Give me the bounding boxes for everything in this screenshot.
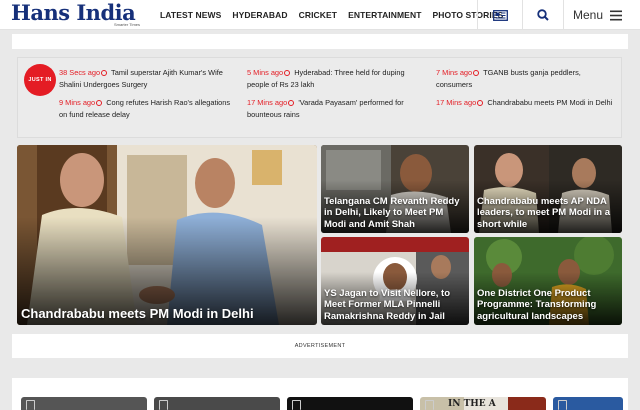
menu-button[interactable]: Menu xyxy=(563,0,640,30)
site-header: Hans India Smarter Times LATEST NEWS HYD… xyxy=(0,0,640,30)
video-thumbnail[interactable] xyxy=(287,397,413,410)
story-title: One District One Product Programme: Tran… xyxy=(477,287,597,322)
nav-entertainment[interactable]: ENTERTAINMENT xyxy=(348,10,421,20)
video-thumbnail[interactable] xyxy=(21,397,147,410)
site-logo[interactable]: Hans India Smarter Times xyxy=(11,0,140,28)
search-button[interactable] xyxy=(522,0,563,30)
clock-icon xyxy=(96,99,103,106)
story-card[interactable]: Telangana CM Revanth Reddy in Delhi, Lik… xyxy=(321,145,469,233)
lead-story-card[interactable]: Chandrababu meets PM Modi in Delhi xyxy=(17,145,317,325)
advertisement-label: ADVERTISEMENT xyxy=(294,343,346,349)
clock-icon xyxy=(288,99,295,106)
search-icon xyxy=(537,9,549,21)
main-nav: LATEST NEWS HYDERABAD CRICKET ENTERTAINM… xyxy=(160,0,503,30)
story-card[interactable]: Chandrababu meets AP NDA leaders, to mee… xyxy=(474,145,622,233)
just-in-item[interactable]: 17 Mins ago 'Varada Payasam' performed f… xyxy=(247,97,422,120)
clock-icon xyxy=(473,69,480,76)
clock-icon xyxy=(477,99,484,106)
just-in-item[interactable]: 5 Mins ago Hyderabad: Three held for dup… xyxy=(247,67,422,90)
item-time: 5 Mins ago xyxy=(247,68,284,77)
just-in-section: JUST IN 38 Secs ago Tamil superstar Ajit… xyxy=(17,57,622,138)
nav-hyderabad[interactable]: HYDERABAD xyxy=(232,10,287,20)
just-in-item[interactable]: 7 Mins ago TGANB busts ganja peddlers, c… xyxy=(436,67,616,90)
item-time: 17 Mins ago xyxy=(436,98,477,107)
just-in-badge: JUST IN xyxy=(24,64,56,96)
just-in-item[interactable]: 38 Secs ago Tamil superstar Ajith Kumar'… xyxy=(59,67,239,90)
video-icon xyxy=(26,400,35,410)
bottom-section: IN THE A xyxy=(12,378,628,410)
top-ad-strip xyxy=(12,34,628,49)
story-card[interactable]: One District One Product Programme: Tran… xyxy=(474,237,622,325)
video-icon xyxy=(425,400,434,410)
clock-icon xyxy=(284,69,291,76)
epaper-button[interactable] xyxy=(477,0,522,30)
thumbnail-text: IN THE A xyxy=(448,399,496,409)
video-thumbnail[interactable] xyxy=(553,397,623,410)
video-icon xyxy=(292,400,301,410)
logo-tagline: Smarter Times xyxy=(114,22,141,27)
item-time: 9 Mins ago xyxy=(59,98,96,107)
item-time: 38 Secs ago xyxy=(59,68,101,77)
nav-latest-news[interactable]: LATEST NEWS xyxy=(160,10,221,20)
advertisement-bar: ADVERTISEMENT xyxy=(12,334,628,358)
newspaper-icon xyxy=(492,9,508,21)
video-thumbnail[interactable] xyxy=(154,397,280,410)
video-thumbnail[interactable]: IN THE A xyxy=(420,397,546,410)
story-card[interactable]: YS Jagan to Visit Nellore, to Meet Forme… xyxy=(321,237,469,325)
item-time: 7 Mins ago xyxy=(436,68,473,77)
just-in-item[interactable]: 17 Mins ago Chandrababu meets PM Modi in… xyxy=(436,97,621,109)
video-icon xyxy=(159,400,168,410)
nav-cricket[interactable]: CRICKET xyxy=(299,10,337,20)
just-in-item[interactable]: 9 Mins ago Cong refutes Harish Rao's all… xyxy=(59,97,239,120)
logo-text: Hans India xyxy=(11,0,136,25)
story-title: Chandrababu meets AP NDA leaders, to mee… xyxy=(477,195,611,230)
hamburger-icon xyxy=(610,10,623,20)
video-icon xyxy=(558,400,567,410)
clock-icon xyxy=(101,69,108,76)
menu-label: Menu xyxy=(573,8,604,22)
story-title: YS Jagan to Visit Nellore, to Meet Forme… xyxy=(324,287,450,322)
item-text: Chandrababu meets PM Modi in Delhi xyxy=(487,98,613,107)
item-time: 17 Mins ago xyxy=(247,98,288,107)
story-title: Telangana CM Revanth Reddy in Delhi, Lik… xyxy=(324,195,460,230)
lead-story-title: Chandrababu meets PM Modi in Delhi xyxy=(21,306,254,321)
